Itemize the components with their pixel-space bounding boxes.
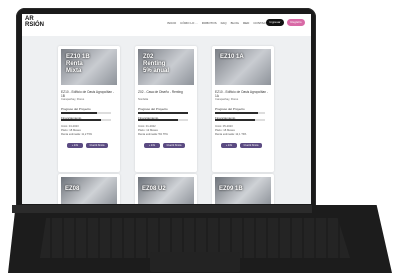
nav-blog[interactable]: BLOG bbox=[231, 21, 239, 25]
project-card[interactable]: EZ08 bbox=[58, 174, 120, 204]
progress-fill bbox=[215, 112, 258, 114]
nav-proyectos[interactable]: ROBOTOS bbox=[202, 21, 217, 25]
project-card[interactable]: EZ10 1A EZ10 - Edificio de Oasis Agropol… bbox=[212, 46, 274, 172]
project-info: Inicio: 01-2022 Plazo: 12 Meses Renta es… bbox=[138, 125, 168, 137]
project-badge: Z02 Renting 5% anual bbox=[143, 54, 170, 74]
progress-bar bbox=[215, 112, 265, 114]
project-card[interactable]: EZ08 U2 bbox=[135, 174, 197, 204]
register-button[interactable]: Registro bbox=[287, 19, 305, 26]
progress-bar bbox=[61, 112, 111, 114]
funding-fill bbox=[61, 119, 101, 121]
project-badge: EZ10 1B Renta Mixta bbox=[66, 54, 90, 74]
project-title[interactable]: EZ10 - Edificio de Oasis Agropolitan - 1… bbox=[61, 90, 117, 98]
project-card[interactable]: Z02 Renting 5% anual Z02 - Casa de Diseñ… bbox=[135, 46, 197, 172]
info-rent: Renta estimada: 11,2 TPA bbox=[61, 133, 93, 136]
nav-inicio[interactable]: INICIO bbox=[167, 21, 176, 25]
more-info-button[interactable]: + Info bbox=[67, 143, 83, 148]
nav-red[interactable]: RED bbox=[243, 21, 249, 25]
laptop-hinge bbox=[12, 205, 312, 213]
more-info-button[interactable]: + Info bbox=[144, 143, 160, 148]
project-title[interactable]: Z02 - Casa de Diseño - Renting bbox=[138, 90, 194, 94]
project-location: Carapachay, Flores bbox=[215, 98, 239, 101]
funding-bar bbox=[138, 119, 188, 121]
progress-bar bbox=[138, 112, 188, 114]
main-nav: INICIO CÓMO LO ... ROBOTOS FAQ BLOG RED … bbox=[167, 21, 270, 25]
progress-label: Progreso del Proyecto bbox=[215, 107, 245, 111]
invest-button[interactable]: Invertir Ahora bbox=[86, 143, 108, 148]
project-info: Inicio: 04-2023 Plazo: 18 Meses Renta es… bbox=[61, 125, 92, 137]
project-location: Nordelta bbox=[138, 98, 149, 101]
project-badge: EZ08 U2 bbox=[142, 186, 166, 192]
project-badge: EZ08 bbox=[65, 186, 80, 192]
project-badge: EZ09 1B bbox=[219, 186, 243, 192]
invest-button[interactable]: Invertir Ahora bbox=[240, 143, 262, 148]
invest-button[interactable]: Invertir Ahora bbox=[163, 143, 185, 148]
progress-fill bbox=[61, 112, 97, 114]
funding-fill bbox=[215, 119, 255, 121]
project-card[interactable]: EZ09 1B bbox=[212, 174, 274, 204]
site-header: AR RSIÓN INICIO CÓMO LO ... ROBOTOS FAQ … bbox=[22, 14, 311, 36]
project-badge: EZ10 1A bbox=[220, 54, 244, 60]
logo-line-2: RSIÓN bbox=[25, 22, 45, 28]
nav-faq[interactable]: FAQ bbox=[221, 21, 227, 25]
nav-como[interactable]: CÓMO LO ... bbox=[180, 21, 198, 25]
site-logo[interactable]: AR RSIÓN bbox=[25, 16, 44, 28]
project-location: Carapachay, Flores bbox=[61, 98, 85, 101]
progress-label: Progreso del Proyecto bbox=[61, 107, 91, 111]
progress-fill bbox=[138, 112, 188, 114]
progress-label: Progreso del Proyecto bbox=[138, 107, 168, 111]
info-rent: Renta estimada: 5% TPA bbox=[138, 133, 168, 136]
project-card[interactable]: EZ10 1B Renta Mixta EZ10 - Edificio de O… bbox=[58, 46, 120, 172]
laptop: AR RSIÓN INICIO CÓMO LO ... ROBOTOS FAQ … bbox=[0, 0, 395, 275]
funding-bar bbox=[215, 119, 265, 121]
project-title[interactable]: EZ10 - Edificio de Oasis Agropolitan - 1… bbox=[215, 90, 271, 98]
login-button[interactable]: Ingresar bbox=[266, 19, 284, 26]
funding-bar bbox=[61, 119, 111, 121]
project-info: Inicio: 05-2023 Plazo: 18 Meses Renta es… bbox=[215, 125, 246, 137]
screen: AR RSIÓN INICIO CÓMO LO ... ROBOTOS FAQ … bbox=[22, 14, 311, 204]
funding-fill bbox=[138, 119, 178, 121]
more-info-button[interactable]: + Info bbox=[221, 143, 237, 148]
trackpad bbox=[150, 252, 240, 272]
info-rent: Renta estimada: 12,1 TPA bbox=[215, 133, 247, 136]
